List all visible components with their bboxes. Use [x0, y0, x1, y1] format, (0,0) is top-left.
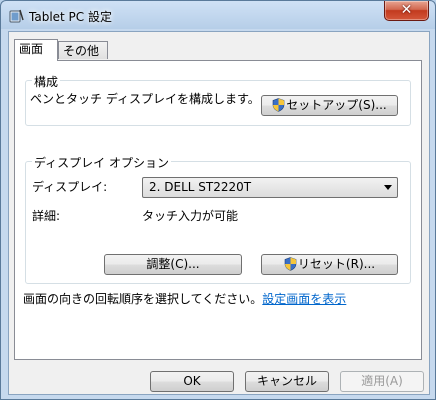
uac-shield-icon [284, 257, 297, 271]
settings-window: Tablet PC 設定 ✕ 画面 その他 構成 ペンとタッチ ディスプレイを構… [0, 0, 436, 400]
details-label: 詳細: [32, 209, 61, 223]
uac-shield-icon [272, 98, 285, 112]
tab-other[interactable]: その他 [58, 41, 108, 59]
details-value: タッチ入力が可能 [142, 209, 239, 223]
display-select-value: 2. DELL ST2220T [149, 180, 252, 194]
dialog-body: 画面 その他 構成 ペンとタッチ ディスプレイを構成します。 セットアップ(S)… [8, 31, 430, 395]
display-label: ディスプレイ: [32, 180, 108, 194]
display-options-title: ディスプレイ オプション [32, 154, 171, 171]
apply-button[interactable]: 適用(A) [340, 371, 424, 392]
tab-display[interactable]: 画面 [14, 39, 58, 61]
close-button[interactable]: ✕ [384, 1, 429, 21]
tab-display-label: 画面 [19, 42, 44, 56]
tab-panel-display: 構成 ペンとタッチ ディスプレイを構成します。 セットアップ(S)... ディス… [14, 60, 422, 360]
title-bar[interactable]: Tablet PC 設定 ✕ [1, 1, 435, 31]
window-title: Tablet PC 設定 [29, 10, 112, 24]
config-group-title: 構成 [32, 73, 61, 90]
rotation-row: 画面の向きの回転順序を選択してください。設定画面を表示 [23, 290, 346, 307]
rotation-text: 画面の向きの回転順序を選択してください。 [23, 292, 263, 306]
display-options-group: ディスプレイ オプション ディスプレイ: 2. DELL ST2220T 詳細:… [25, 154, 411, 284]
cancel-button[interactable]: キャンセル [245, 371, 329, 392]
adjust-button[interactable]: 調整(C)... [104, 254, 242, 275]
rotation-settings-link[interactable]: 設定画面を表示 [262, 292, 346, 306]
setup-button-label: セットアップ(S)... [286, 98, 387, 112]
setup-button[interactable]: セットアップ(S)... [261, 95, 398, 116]
ok-button-label: OK [183, 374, 201, 388]
chevron-down-icon [384, 185, 392, 190]
ok-button[interactable]: OK [150, 371, 234, 392]
display-select[interactable]: 2. DELL ST2220T [142, 177, 398, 198]
config-group: 構成 ペンとタッチ ディスプレイを構成します。 セットアップ(S)... [25, 73, 411, 126]
config-description: ペンとタッチ ディスプレイを構成します。 [30, 92, 260, 106]
reset-button[interactable]: リセット(R)... [261, 254, 398, 275]
adjust-button-label: 調整(C)... [146, 257, 200, 271]
close-icon: ✕ [400, 2, 413, 18]
tablet-pc-icon [9, 9, 24, 23]
apply-button-label: 適用(A) [361, 374, 403, 388]
reset-button-label: リセット(R)... [297, 257, 376, 271]
tab-other-label: その他 [63, 44, 100, 58]
cancel-button-label: キャンセル [256, 374, 317, 388]
